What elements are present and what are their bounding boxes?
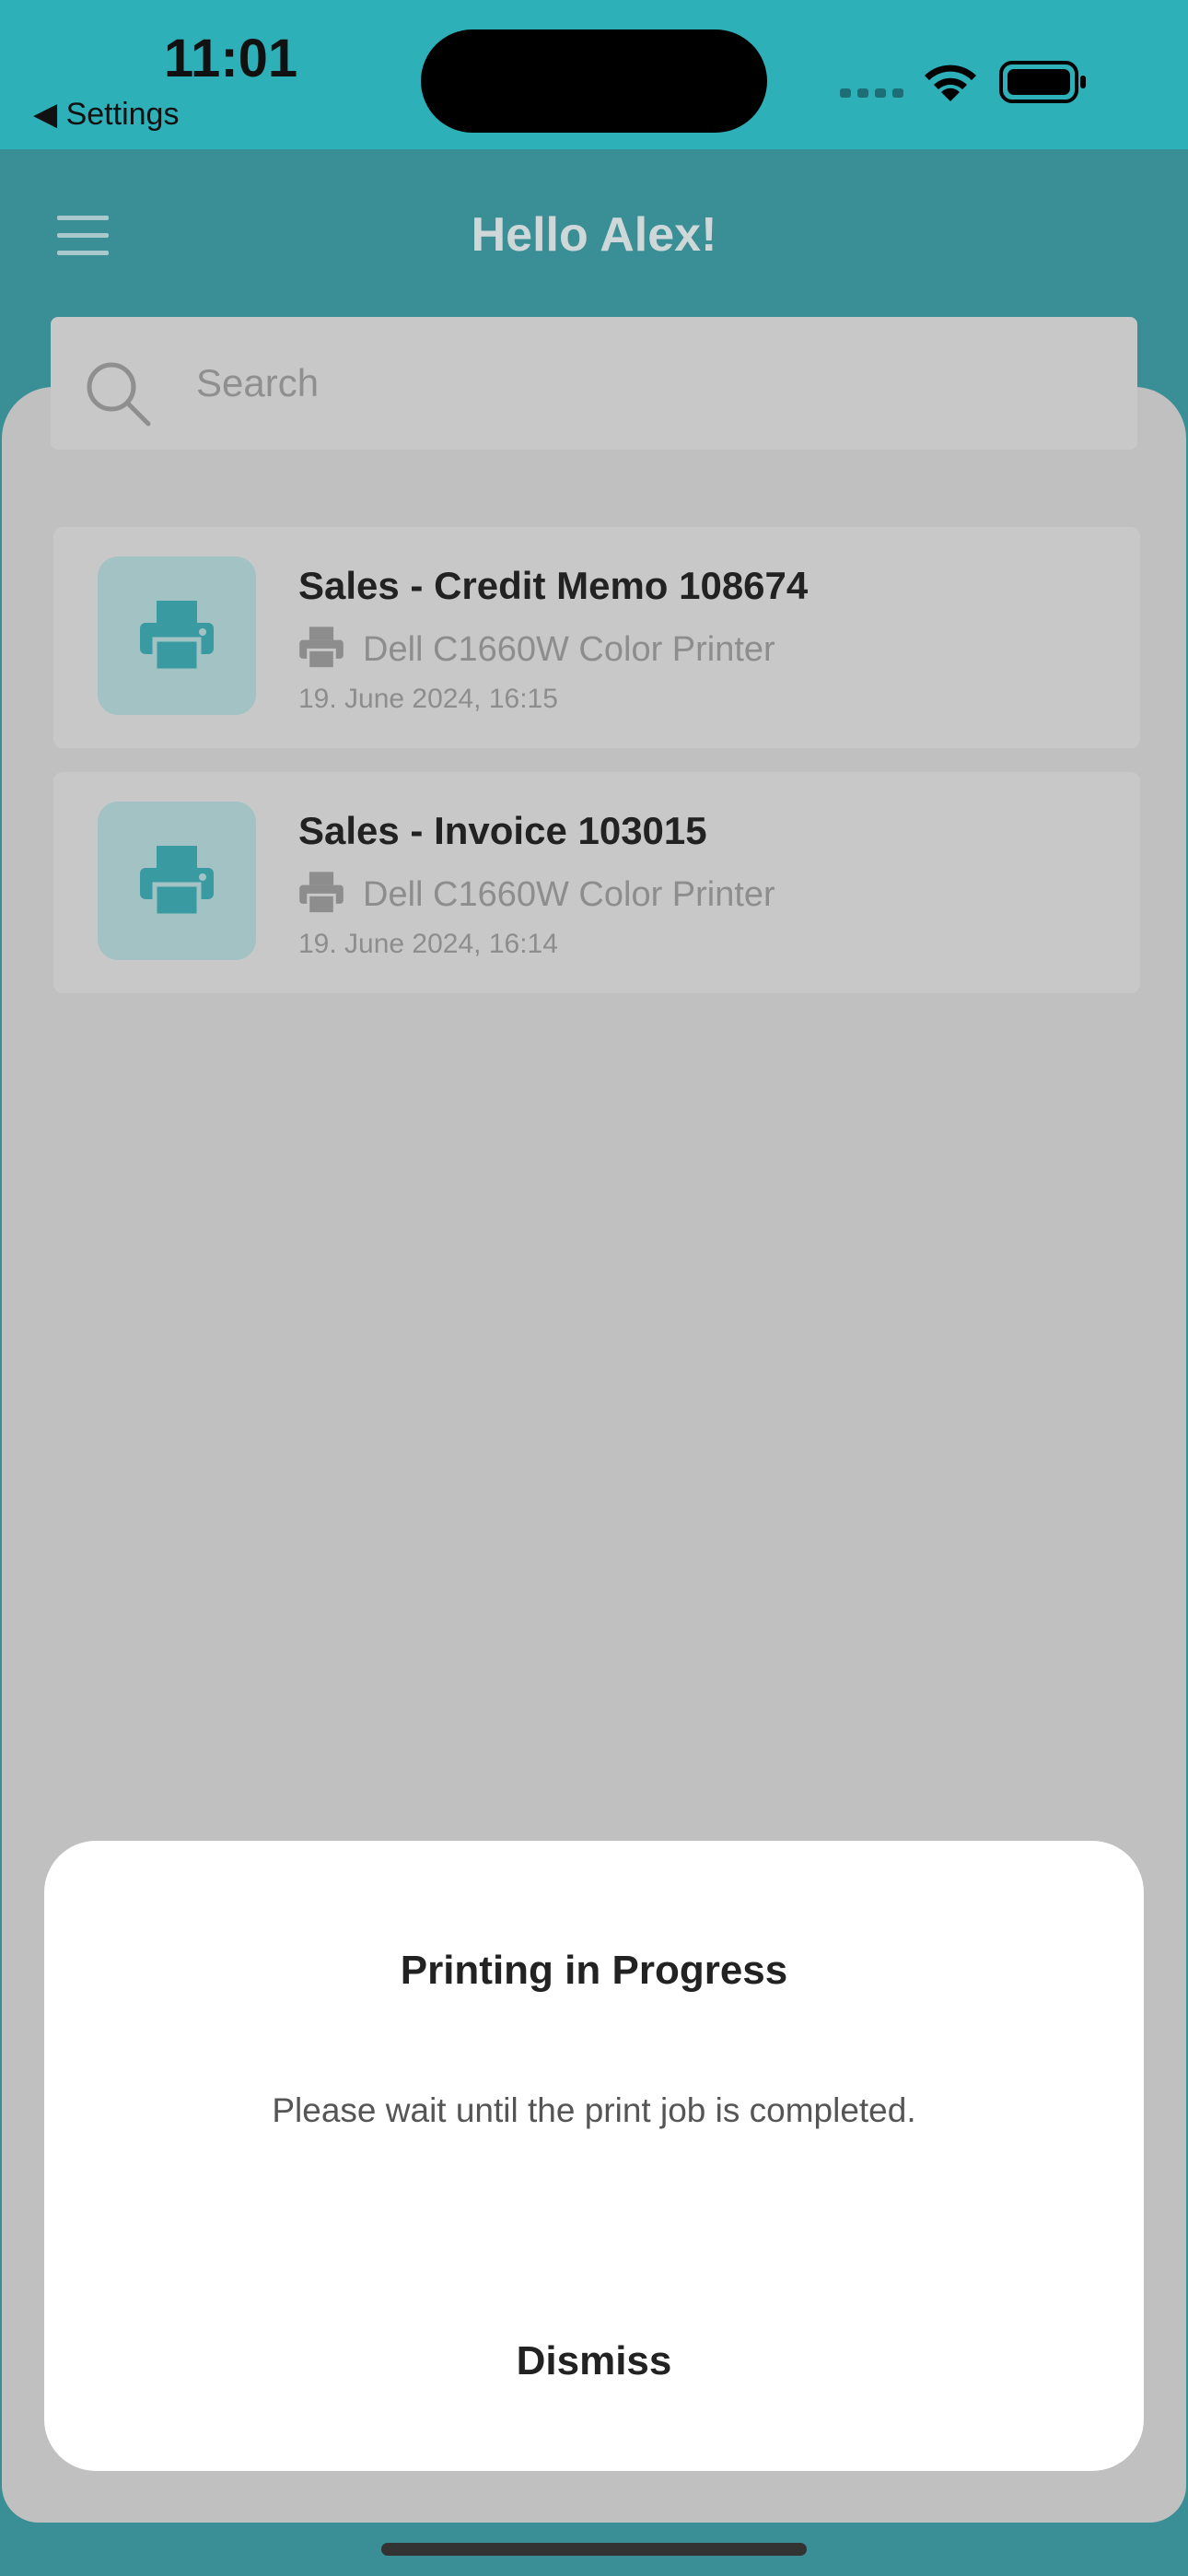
- dialog-message: Please wait until the print job is compl…: [272, 2091, 916, 2129]
- job-name: Sales - Credit Memo 108674: [298, 564, 809, 607]
- printer-icon: [140, 601, 214, 673]
- print-job-item[interactable]: Sales - Credit Memo 108674 Dell C1660W C…: [53, 527, 1140, 748]
- battery-icon: [999, 61, 1086, 103]
- search-placeholder: Search: [196, 361, 320, 404]
- search-input[interactable]: Search: [51, 317, 1137, 450]
- dynamic-island: [421, 29, 767, 133]
- cellular-signal-icon: [840, 88, 903, 98]
- printer-thumbnail: [98, 802, 256, 960]
- job-printer-name: Dell C1660W Color Printer: [363, 630, 775, 669]
- page-title: Hello Alex!: [471, 208, 717, 262]
- printer-small-icon: [299, 872, 344, 916]
- printer-small-icon: [299, 626, 344, 671]
- printing-progress-dialog: Printing in Progress Please wait until t…: [44, 1841, 1144, 2471]
- print-job-item[interactable]: Sales - Invoice 103015 Dell C1660W Color…: [53, 772, 1140, 993]
- home-indicator[interactable]: [381, 2543, 807, 2556]
- dismiss-button[interactable]: Dismiss: [44, 2338, 1144, 2384]
- printer-icon: [140, 846, 214, 919]
- dialog-title: Printing in Progress: [400, 1948, 788, 1993]
- wifi-icon: [925, 64, 976, 101]
- status-bar: 11:01 ◀ Settings: [0, 0, 1188, 149]
- job-date: 19. June 2024, 16:15: [298, 684, 558, 714]
- job-date: 19. June 2024, 16:14: [298, 929, 558, 959]
- status-time: 11:01: [164, 29, 298, 88]
- printer-thumbnail: [98, 556, 256, 715]
- job-name: Sales - Invoice 103015: [298, 809, 707, 852]
- back-to-settings-link[interactable]: ◀ Settings: [33, 96, 179, 133]
- job-printer-name: Dell C1660W Color Printer: [363, 875, 775, 914]
- search-icon: [87, 362, 151, 427]
